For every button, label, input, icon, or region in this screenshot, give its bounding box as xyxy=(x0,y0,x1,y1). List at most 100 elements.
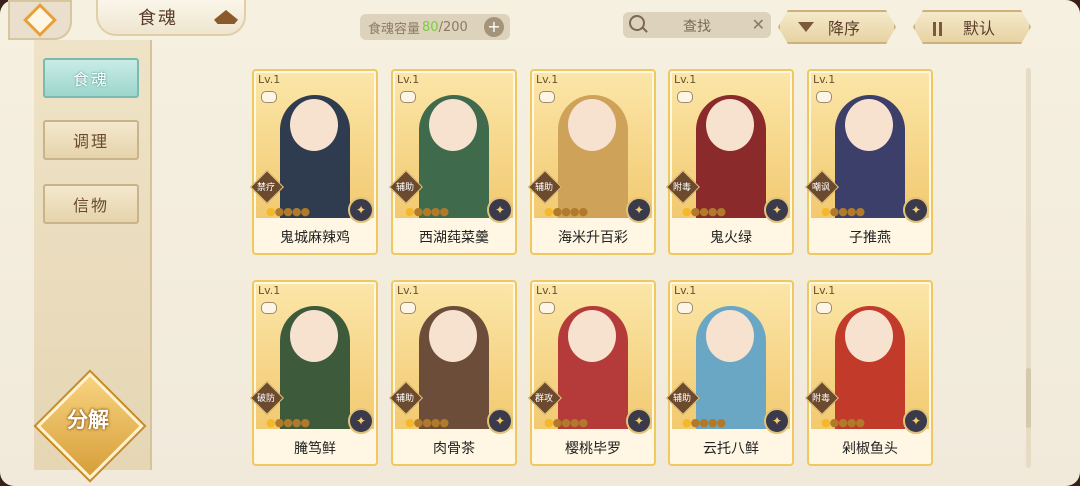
food-soul-card[interactable]: Lv.1 附毒 ●●●●● ✦ 剁椒鱼头 xyxy=(805,280,933,466)
sort-mode-label: 默认 xyxy=(963,19,996,38)
star-rating: ●●●●● xyxy=(405,416,449,429)
star-icon: ● xyxy=(578,205,588,218)
top-bar: 食魂 食魂容量 80 /200 + 查找 ✕ 降序 默认 xyxy=(0,0,1080,46)
character-face xyxy=(568,99,616,151)
star-rating: ●●●●● xyxy=(266,416,310,429)
star-icon: ● xyxy=(274,416,285,429)
star-icon: ● xyxy=(422,416,432,429)
star-icon: ● xyxy=(829,205,840,218)
scrollbar-thumb[interactable] xyxy=(1026,368,1031,428)
element-icon: ✦ xyxy=(626,408,652,434)
star-icon: ● xyxy=(283,416,293,429)
scrollbar[interactable] xyxy=(1026,68,1031,468)
element-icon: ✦ xyxy=(348,408,374,434)
expand-capacity-button[interactable]: + xyxy=(484,17,504,37)
level-label: Lv.1 xyxy=(813,73,836,86)
star-icon: ● xyxy=(829,416,840,429)
sidebar-item-food-souls[interactable]: 食魂 xyxy=(43,58,139,98)
level-label: Lv.1 xyxy=(397,284,420,297)
food-soul-card[interactable]: Lv.1 辅助 ●●●●● ✦ 西湖莼菜羹 xyxy=(389,69,517,255)
sort-order-button[interactable]: 降序 xyxy=(778,10,896,44)
role-label: 破防 xyxy=(256,394,275,404)
character-face xyxy=(706,310,754,362)
star-rating: ●●●●● xyxy=(682,205,726,218)
star-rating: ●●●●● xyxy=(544,205,588,218)
role-label: 群攻 xyxy=(534,394,553,404)
sort-mode-button[interactable]: 默认 xyxy=(913,10,1031,44)
lock-toggle-icon[interactable] xyxy=(539,91,555,103)
character-face xyxy=(845,310,893,362)
star-icon: ● xyxy=(274,205,285,218)
role-label: 辅助 xyxy=(534,183,553,193)
character-name: 肉骨茶 xyxy=(433,441,475,457)
character-name: 鬼城麻辣鸡 xyxy=(280,230,350,246)
level-label: Lv.1 xyxy=(536,73,559,86)
food-soul-card[interactable]: Lv.1 辅助 ●●●●● ✦ 海米升百彩 xyxy=(528,69,656,255)
star-icon: ● xyxy=(838,205,848,218)
food-soul-card[interactable]: Lv.1 辅助 ●●●●● ✦ 云托八鲜 xyxy=(666,280,794,466)
capacity-current: 80 xyxy=(422,19,439,35)
element-icon: ✦ xyxy=(626,197,652,223)
element-icon: ✦ xyxy=(764,408,790,434)
food-soul-card[interactable]: Lv.1 破防 ●●●●● ✦ 腌笃鲜 xyxy=(250,280,378,466)
search-input[interactable]: 查找 ✕ xyxy=(623,12,771,38)
character-face xyxy=(290,310,338,362)
search-icon xyxy=(629,15,645,31)
food-soul-card[interactable]: Lv.1 禁疗 ●●●●● ✦ 鬼城麻辣鸡 xyxy=(250,69,378,255)
food-soul-card[interactable]: Lv.1 群攻 ●●●●● ✦ 樱桃毕罗 xyxy=(528,280,656,466)
lock-toggle-icon[interactable] xyxy=(400,91,416,103)
star-rating: ●●●●● xyxy=(821,416,865,429)
star-icon: ● xyxy=(439,205,449,218)
star-icon: ● xyxy=(821,205,831,218)
character-name: 云托八鲜 xyxy=(703,441,759,457)
lock-toggle-icon[interactable] xyxy=(400,302,416,314)
back-arrow-icon xyxy=(23,3,57,37)
sort-descending-icon xyxy=(798,22,814,32)
food-soul-card[interactable]: Lv.1 辅助 ●●●●● ✦ 肉骨茶 xyxy=(389,280,517,466)
star-icon: ● xyxy=(544,205,554,218)
star-icon: ● xyxy=(300,416,310,429)
star-rating: ●●●●● xyxy=(821,205,865,218)
character-name: 海米升百彩 xyxy=(558,230,628,246)
level-label: Lv.1 xyxy=(397,73,420,86)
element-icon: ✦ xyxy=(487,197,513,223)
clear-search-button[interactable]: ✕ xyxy=(752,15,765,34)
sidebar-item-conditioning[interactable]: 调理 xyxy=(43,120,139,160)
lock-toggle-icon[interactable] xyxy=(816,302,832,314)
level-label: Lv.1 xyxy=(813,284,836,297)
lock-toggle-icon[interactable] xyxy=(816,91,832,103)
sidebar-item-tokens[interactable]: 信物 xyxy=(43,184,139,224)
star-icon: ● xyxy=(422,205,432,218)
role-label: 辅助 xyxy=(395,394,414,404)
star-icon: ● xyxy=(300,205,310,218)
star-icon: ● xyxy=(682,416,692,429)
capacity-max: /200 xyxy=(438,19,468,35)
star-icon: ● xyxy=(283,205,293,218)
star-icon: ● xyxy=(838,416,848,429)
lock-toggle-icon[interactable] xyxy=(261,91,277,103)
character-face xyxy=(706,99,754,151)
lock-toggle-icon[interactable] xyxy=(677,302,693,314)
sidebar-item-label: 食魂 xyxy=(72,70,109,89)
character-face xyxy=(429,310,477,362)
star-icon: ● xyxy=(699,416,709,429)
element-icon: ✦ xyxy=(903,408,929,434)
search-label: 查找 xyxy=(683,19,711,35)
role-label: 附毒 xyxy=(672,183,691,193)
element-icon: ✦ xyxy=(903,197,929,223)
element-icon: ✦ xyxy=(487,408,513,434)
food-soul-card[interactable]: Lv.1 嘲讽 ●●●●● ✦ 子推燕 xyxy=(805,69,933,255)
role-label: 嘲讽 xyxy=(811,183,830,193)
sidebar-item-label: 信物 xyxy=(72,196,109,215)
lock-toggle-icon[interactable] xyxy=(677,91,693,103)
back-button[interactable] xyxy=(8,0,72,40)
lock-toggle-icon[interactable] xyxy=(539,302,555,314)
food-soul-card[interactable]: Lv.1 附毒 ●●●●● ✦ 鬼火绿 xyxy=(666,69,794,255)
element-icon: ✦ xyxy=(348,197,374,223)
lock-toggle-icon[interactable] xyxy=(261,302,277,314)
star-icon: ● xyxy=(855,416,865,429)
star-icon: ● xyxy=(544,416,554,429)
star-icon: ● xyxy=(552,205,563,218)
sort-order-label: 降序 xyxy=(828,19,861,38)
character-name: 剁椒鱼头 xyxy=(842,441,898,457)
